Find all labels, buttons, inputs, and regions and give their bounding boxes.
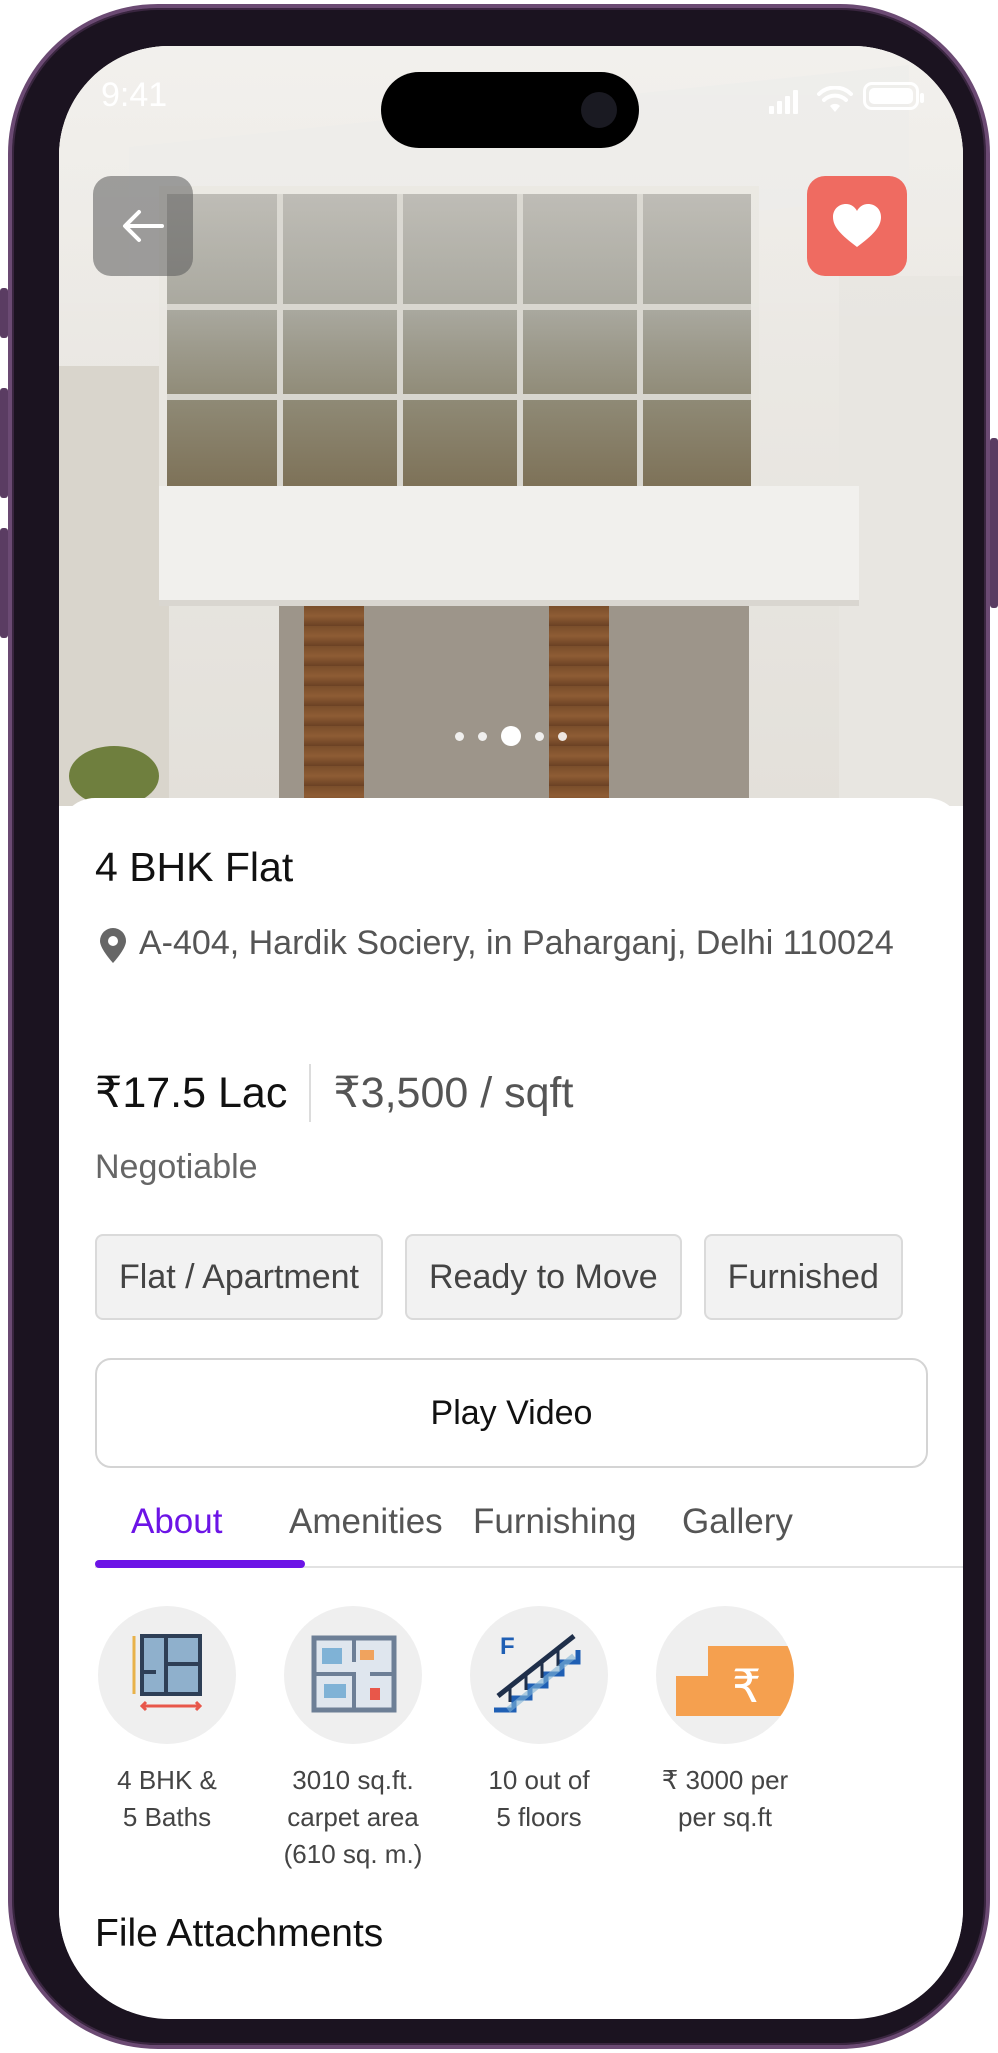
price-divider (309, 1064, 312, 1122)
status-time: 9:41 (101, 76, 168, 114)
tab-gallery[interactable]: Gallery (682, 1502, 793, 1568)
feature-icon-circle: ₹ (656, 1606, 794, 1744)
battery-icon (863, 82, 924, 110)
feature-label: 4 BHK & 5 Baths (117, 1765, 217, 1832)
tab-furnishing[interactable]: Furnishing (473, 1502, 636, 1568)
feature-icon-circle (98, 1606, 236, 1744)
tab-amenities[interactable]: Amenities (289, 1502, 443, 1568)
tab-about[interactable]: About (131, 1502, 222, 1568)
action-button (0, 288, 8, 338)
feature-label: 3010 sq.ft. carpet area (610 sq. m.) (283, 1765, 423, 1869)
tag-chip[interactable]: Flat / Apartment (95, 1234, 383, 1320)
carpet-area-floorplan-icon (311, 1635, 397, 1713)
tag-chip[interactable]: Ready to Move (405, 1234, 682, 1320)
feature-icon-circle: F (470, 1606, 608, 1744)
carousel-dot[interactable] (455, 731, 464, 741)
carousel-dot[interactable] (535, 731, 544, 741)
feature-label: 10 out of 5 floors (488, 1765, 590, 1832)
property-tags: Flat / Apartment Ready to Move Furnished (95, 1234, 963, 1320)
battery-nub (920, 93, 924, 103)
carousel-dot-active[interactable] (501, 726, 521, 746)
heart-icon (833, 204, 881, 247)
feature-carpet-area: 3010 sq.ft. carpet area (610 sq. m.) (253, 1606, 453, 1873)
camera-icon (581, 92, 617, 128)
screen: 9:41 4 BHK Flat A-404, Hardik Sociery, i… (59, 46, 963, 2019)
favorite-button[interactable] (807, 176, 907, 276)
carousel-dot[interactable] (558, 731, 567, 741)
floorplan-dimensions-icon (132, 1634, 203, 1712)
power-button (990, 438, 998, 608)
status-bar: 9:41 (59, 46, 963, 166)
dynamic-island (381, 72, 639, 148)
feature-label: ₹ 3000 per per sq.ft (661, 1765, 789, 1832)
tag-chip[interactable]: Furnished (703, 1234, 903, 1320)
back-button[interactable] (93, 176, 193, 276)
carousel-dot[interactable] (478, 731, 487, 741)
listing-details-sheet: 4 BHK Flat A-404, Hardik Sociery, in Pah… (59, 798, 963, 2011)
feature-price-per-sqft: ₹ ₹ 3000 per per sq.ft (625, 1606, 825, 1836)
volume-down-button (0, 528, 8, 638)
svg-text:₹: ₹ (732, 1659, 761, 1713)
location-pin-icon (100, 928, 126, 963)
price-row: ₹17.5 Lac ₹3,500 / sqft (95, 1064, 573, 1122)
play-video-button[interactable]: Play Video (95, 1358, 928, 1468)
listing-address: A-404, Hardik Sociery, in Paharganj, Del… (139, 924, 894, 962)
listing-title: 4 BHK Flat (95, 844, 294, 890)
phone-frame: 9:41 4 BHK Flat A-404, Hardik Sociery, i… (0, 4, 998, 2049)
carousel-indicator (59, 726, 963, 746)
listing-price: ₹17.5 Lac (95, 1069, 288, 1117)
negotiable-label: Negotiable (95, 1148, 258, 1186)
active-tab-indicator (95, 1560, 305, 1568)
arrow-left-icon (123, 210, 164, 242)
price-per-sqft: ₹3,500 / sqft (333, 1069, 574, 1117)
feature-icon-circle (284, 1606, 422, 1744)
address-row: A-404, Hardik Sociery, in Paharganj, Del… (95, 916, 915, 971)
rupee-price-icon: ₹ (676, 1646, 794, 1716)
cellular-signal-icon (769, 90, 798, 114)
staircase-floor-icon: F (494, 1633, 581, 1713)
wifi-icon (817, 86, 853, 112)
volume-up-button (0, 388, 8, 498)
feature-floor: F 10 out of 5 floors (439, 1606, 639, 1836)
file-attachments-heading: File Attachments (95, 1912, 384, 1955)
detail-tabs: About Amenities Furnishing Gallery (95, 1502, 963, 1568)
svg-text:F: F (500, 1633, 515, 1660)
feature-bhk: 4 BHK & 5 Baths (67, 1606, 267, 1836)
